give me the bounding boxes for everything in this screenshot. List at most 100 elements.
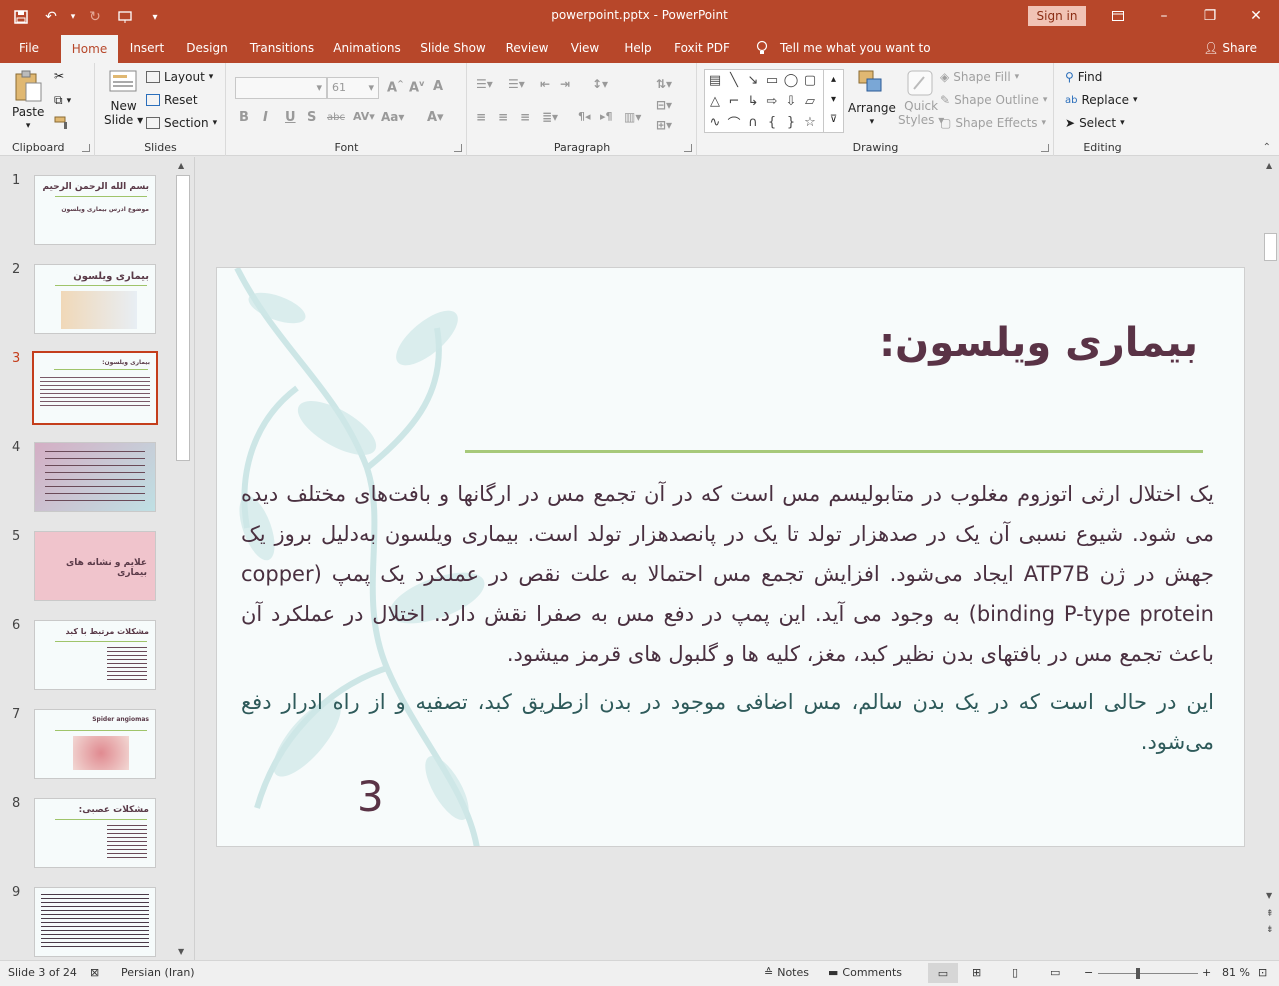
change-case-icon[interactable]: Aa▾ xyxy=(381,110,404,124)
tab-animations[interactable]: Animations xyxy=(331,33,403,63)
normal-view-icon[interactable]: ▭ xyxy=(928,963,958,983)
ltr-icon[interactable]: ▸¶ xyxy=(600,110,613,123)
tell-me-search[interactable]: Tell me what you want to do xyxy=(780,33,936,85)
paragraph-launcher-icon[interactable] xyxy=(684,144,692,152)
tab-transitions[interactable]: Transitions xyxy=(246,33,318,63)
comments-button[interactable]: ▬ Comments xyxy=(828,966,902,979)
clear-formatting-icon[interactable]: A xyxy=(433,79,443,94)
tab-slide-show[interactable]: Slide Show xyxy=(418,33,488,63)
rectangle-shape-icon[interactable]: ▭ xyxy=(763,71,781,89)
tab-insert[interactable]: Insert xyxy=(126,33,168,63)
save-icon[interactable] xyxy=(8,6,34,28)
justify-icon[interactable]: ≣▾ xyxy=(542,110,558,124)
slide-thumbnail[interactable] xyxy=(34,442,156,512)
fit-to-window-icon[interactable]: ⊡ xyxy=(1258,966,1267,979)
language-indicator[interactable]: Persian (Iran) xyxy=(121,966,195,979)
tab-file[interactable]: File xyxy=(10,33,48,63)
slide-body-text-2[interactable]: این در حالی است که در یک بدن سالم، مس اض… xyxy=(241,682,1214,762)
slide-body-text[interactable]: یک اختلال ارثی اتوزوم مغلوب در متابولیسم… xyxy=(241,474,1214,674)
select-button[interactable]: ➤ Select ▾ xyxy=(1065,116,1125,130)
replace-button[interactable]: ab Replace ▾ xyxy=(1065,93,1137,107)
tab-help[interactable]: Help xyxy=(618,33,658,63)
slide-thumbnail[interactable] xyxy=(34,887,156,957)
elbow-connector-icon[interactable]: ⌐ xyxy=(725,92,743,110)
tab-foxit-pdf[interactable]: Foxit PDF xyxy=(671,33,733,63)
slide-thumbnail[interactable]: مشکلات عصبی: xyxy=(34,798,156,868)
quick-styles-button[interactable]: Quick Styles ▾ xyxy=(898,69,944,127)
slideshow-view-icon[interactable]: ▭ xyxy=(1050,966,1060,979)
font-color-icon[interactable]: A▾ xyxy=(427,110,444,125)
shape-effects-button[interactable]: ▢ Shape Effects ▾ xyxy=(940,116,1046,130)
spelling-icon[interactable]: ⊠ xyxy=(90,966,99,979)
character-spacing-icon[interactable]: AV▾ xyxy=(353,110,375,123)
left-brace-shape-icon[interactable]: { xyxy=(763,113,781,131)
restore-icon[interactable]: ❐ xyxy=(1187,0,1233,32)
close-icon[interactable]: ✕ xyxy=(1233,0,1279,32)
find-button[interactable]: ⚲ Find xyxy=(1065,70,1102,84)
star-shape-icon[interactable]: ☆ xyxy=(801,113,819,131)
align-right-icon[interactable]: ≡ xyxy=(520,110,530,124)
thumbnail-scroll-thumb[interactable] xyxy=(176,175,190,461)
slide-thumbnail-selected[interactable]: بیماری ویلسون: xyxy=(32,351,158,425)
scroll-up-icon[interactable]: ▲ xyxy=(1266,161,1272,170)
tab-review[interactable]: Review xyxy=(502,33,552,63)
copy-icon[interactable]: ⧉ ▾ xyxy=(54,93,71,108)
arc-shape-icon[interactable]: ⌒ xyxy=(725,113,743,132)
font-name-combo[interactable]: ▾ xyxy=(235,77,327,99)
drawing-launcher-icon[interactable] xyxy=(1041,144,1049,152)
section-button[interactable]: Section ▾ xyxy=(146,116,217,130)
slide-thumbnail[interactable]: علایم و نشانه های بیماری xyxy=(34,531,156,601)
triangle-shape-icon[interactable]: △ xyxy=(706,92,724,110)
scroll-down-icon[interactable]: ▼ xyxy=(178,947,184,956)
reading-view-icon[interactable]: ▯ xyxy=(1012,966,1018,979)
zoom-slider-thumb[interactable] xyxy=(1136,968,1140,979)
undo-icon[interactable]: ↶ xyxy=(38,6,64,28)
zoom-level[interactable]: 81 % xyxy=(1222,966,1250,979)
format-painter-icon[interactable] xyxy=(54,116,70,130)
arrange-button[interactable]: Arrange ▾ xyxy=(848,69,896,127)
increase-font-icon[interactable]: A^ xyxy=(387,79,404,95)
tab-design[interactable]: Design xyxy=(182,33,232,63)
flowchart-shape-icon[interactable]: ▱ xyxy=(801,92,819,110)
bold-icon[interactable]: B xyxy=(239,110,249,125)
slide-thumbnail[interactable]: بیماری ویلسون xyxy=(34,264,156,334)
align-left-icon[interactable]: ≡ xyxy=(476,110,486,124)
text-box-shape-icon[interactable]: ▤ xyxy=(706,71,724,89)
decrease-font-icon[interactable]: Av xyxy=(409,79,424,95)
zoom-out-icon[interactable]: − xyxy=(1084,966,1093,979)
shape-fill-button[interactable]: ◈ Shape Fill ▾ xyxy=(940,70,1019,84)
strikethrough-icon[interactable]: abc xyxy=(327,112,345,123)
freeform-shape-icon[interactable]: ∿ xyxy=(706,113,724,131)
oval-shape-icon[interactable]: ◯ xyxy=(782,71,800,89)
redo-icon[interactable]: ↻ xyxy=(82,6,108,28)
decrease-indent-icon[interactable]: ⇤ xyxy=(540,77,550,91)
collapse-ribbon-icon[interactable]: ⌃ xyxy=(1263,142,1271,153)
text-direction-icon[interactable]: ⇅▾ xyxy=(656,77,672,91)
customize-toolbar-icon[interactable]: ▾ xyxy=(142,6,168,28)
right-brace-shape-icon[interactable]: } xyxy=(782,113,800,131)
next-slide-icon[interactable]: ⇟ xyxy=(1266,925,1274,935)
zoom-in-icon[interactable]: + xyxy=(1202,966,1211,979)
undo-dropdown-icon[interactable]: ▾ xyxy=(68,6,78,28)
down-arrow-shape-icon[interactable]: ⇩ xyxy=(782,92,800,110)
font-size-combo[interactable]: 61 ▾ xyxy=(327,77,379,99)
shapes-gallery-scroll[interactable]: ▴ ▾ ⊽ xyxy=(823,70,843,132)
align-text-icon[interactable]: ⊟▾ xyxy=(656,98,672,112)
shape-outline-button[interactable]: ✎ Shape Outline ▾ xyxy=(940,93,1047,107)
new-slide-button[interactable]: New Slide ▾ xyxy=(104,69,143,127)
start-slideshow-icon[interactable] xyxy=(112,6,138,28)
text-shadow-icon[interactable]: S xyxy=(307,110,316,125)
slide-scroll-thumb[interactable] xyxy=(1264,233,1277,261)
increase-indent-icon[interactable]: ⇥ xyxy=(560,77,570,91)
scroll-up-icon[interactable]: ▲ xyxy=(178,161,184,170)
elbow-arrow-icon[interactable]: ↳ xyxy=(744,92,762,110)
numbering-icon[interactable]: ☰▾ xyxy=(508,77,525,91)
slide-sorter-icon[interactable]: ⊞ xyxy=(972,966,981,979)
shapes-gallery[interactable]: ▤ ╲ ↘ ▭ ◯ ▢ △ ⌐ ↳ ⇨ ⇩ ▱ ∿ ⌒ ∩ { } ☆ ▴ ▾ ⊽ xyxy=(704,69,844,133)
previous-slide-icon[interactable]: ⇞ xyxy=(1266,909,1274,919)
ribbon-display-options-icon[interactable] xyxy=(1095,0,1141,32)
share-button[interactable]: 👤︎ Share xyxy=(1203,33,1257,63)
slide-thumbnail[interactable]: بسم الله الرحمن الرحیم موضوع ادرس بیماری… xyxy=(34,175,156,245)
slide-thumbnail[interactable]: مشکلات مرتبط با کبد xyxy=(34,620,156,690)
curve-shape-icon[interactable]: ∩ xyxy=(744,113,762,131)
